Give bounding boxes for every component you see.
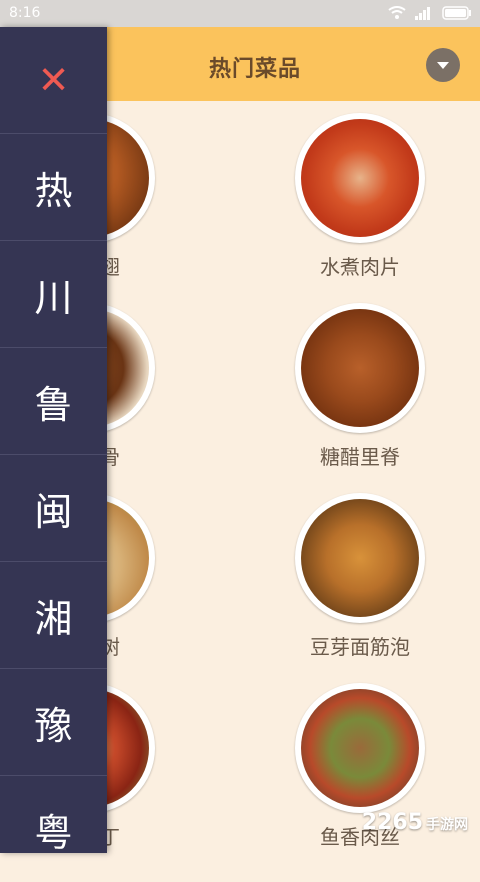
wifi-icon [388, 6, 406, 24]
drawer-item-fujian[interactable]: 闽 [0, 455, 107, 562]
status-icons [388, 6, 472, 24]
dish-image [295, 683, 425, 813]
watermark-logo: 2265 手游网 [362, 810, 468, 835]
drawer-item-hunan[interactable]: 湘 [0, 562, 107, 669]
dish-image [295, 113, 425, 243]
watermark-sub: 手游网 [426, 817, 468, 833]
drawer-item-cantonese[interactable]: 粤 [0, 776, 107, 882]
dropdown-button[interactable] [426, 48, 460, 82]
drawer-item-label: 热 [34, 168, 73, 213]
dish-card[interactable]: 糖醋里脊 [270, 291, 450, 481]
drawer-item-shandong[interactable]: 鲁 [0, 348, 107, 455]
dish-card[interactable]: 水煮肉片 [270, 101, 450, 291]
cuisine-drawer: ✕ 热 川 鲁 闽 湘 豫 粤 [0, 27, 107, 855]
drawer-item-label: 湘 [34, 596, 73, 641]
drawer-item-label: 闽 [34, 489, 73, 534]
page-title: 热门菜品 [208, 57, 301, 82]
drawer-item-label: 豫 [34, 703, 73, 748]
status-time: 8:16 [9, 5, 41, 21]
chevron-down-icon [437, 61, 449, 69]
watermark-text: 2265 [361, 810, 423, 835]
dish-card[interactable]: 豆芽面筋泡 [270, 481, 450, 671]
close-button[interactable]: ✕ [0, 27, 107, 134]
close-icon: ✕ [37, 58, 70, 102]
signal-icon [415, 6, 433, 24]
dish-name: 水煮肉片 [320, 255, 400, 279]
dish-image [295, 303, 425, 433]
dish-image [295, 493, 425, 623]
drawer-item-henan[interactable]: 豫 [0, 669, 107, 776]
dish-name: 豆芽面筋泡 [310, 635, 410, 659]
battery-icon [442, 6, 472, 24]
status-bar: 8:16 [0, 0, 480, 27]
drawer-item-sichuan[interactable]: 川 [0, 241, 107, 348]
drawer-item-label: 粤 [34, 810, 73, 855]
drawer-item-hot[interactable]: 热 [0, 134, 107, 241]
drawer-item-label: 川 [34, 275, 73, 320]
drawer-item-label: 鲁 [34, 382, 73, 427]
dish-name: 糖醋里脊 [320, 445, 400, 469]
